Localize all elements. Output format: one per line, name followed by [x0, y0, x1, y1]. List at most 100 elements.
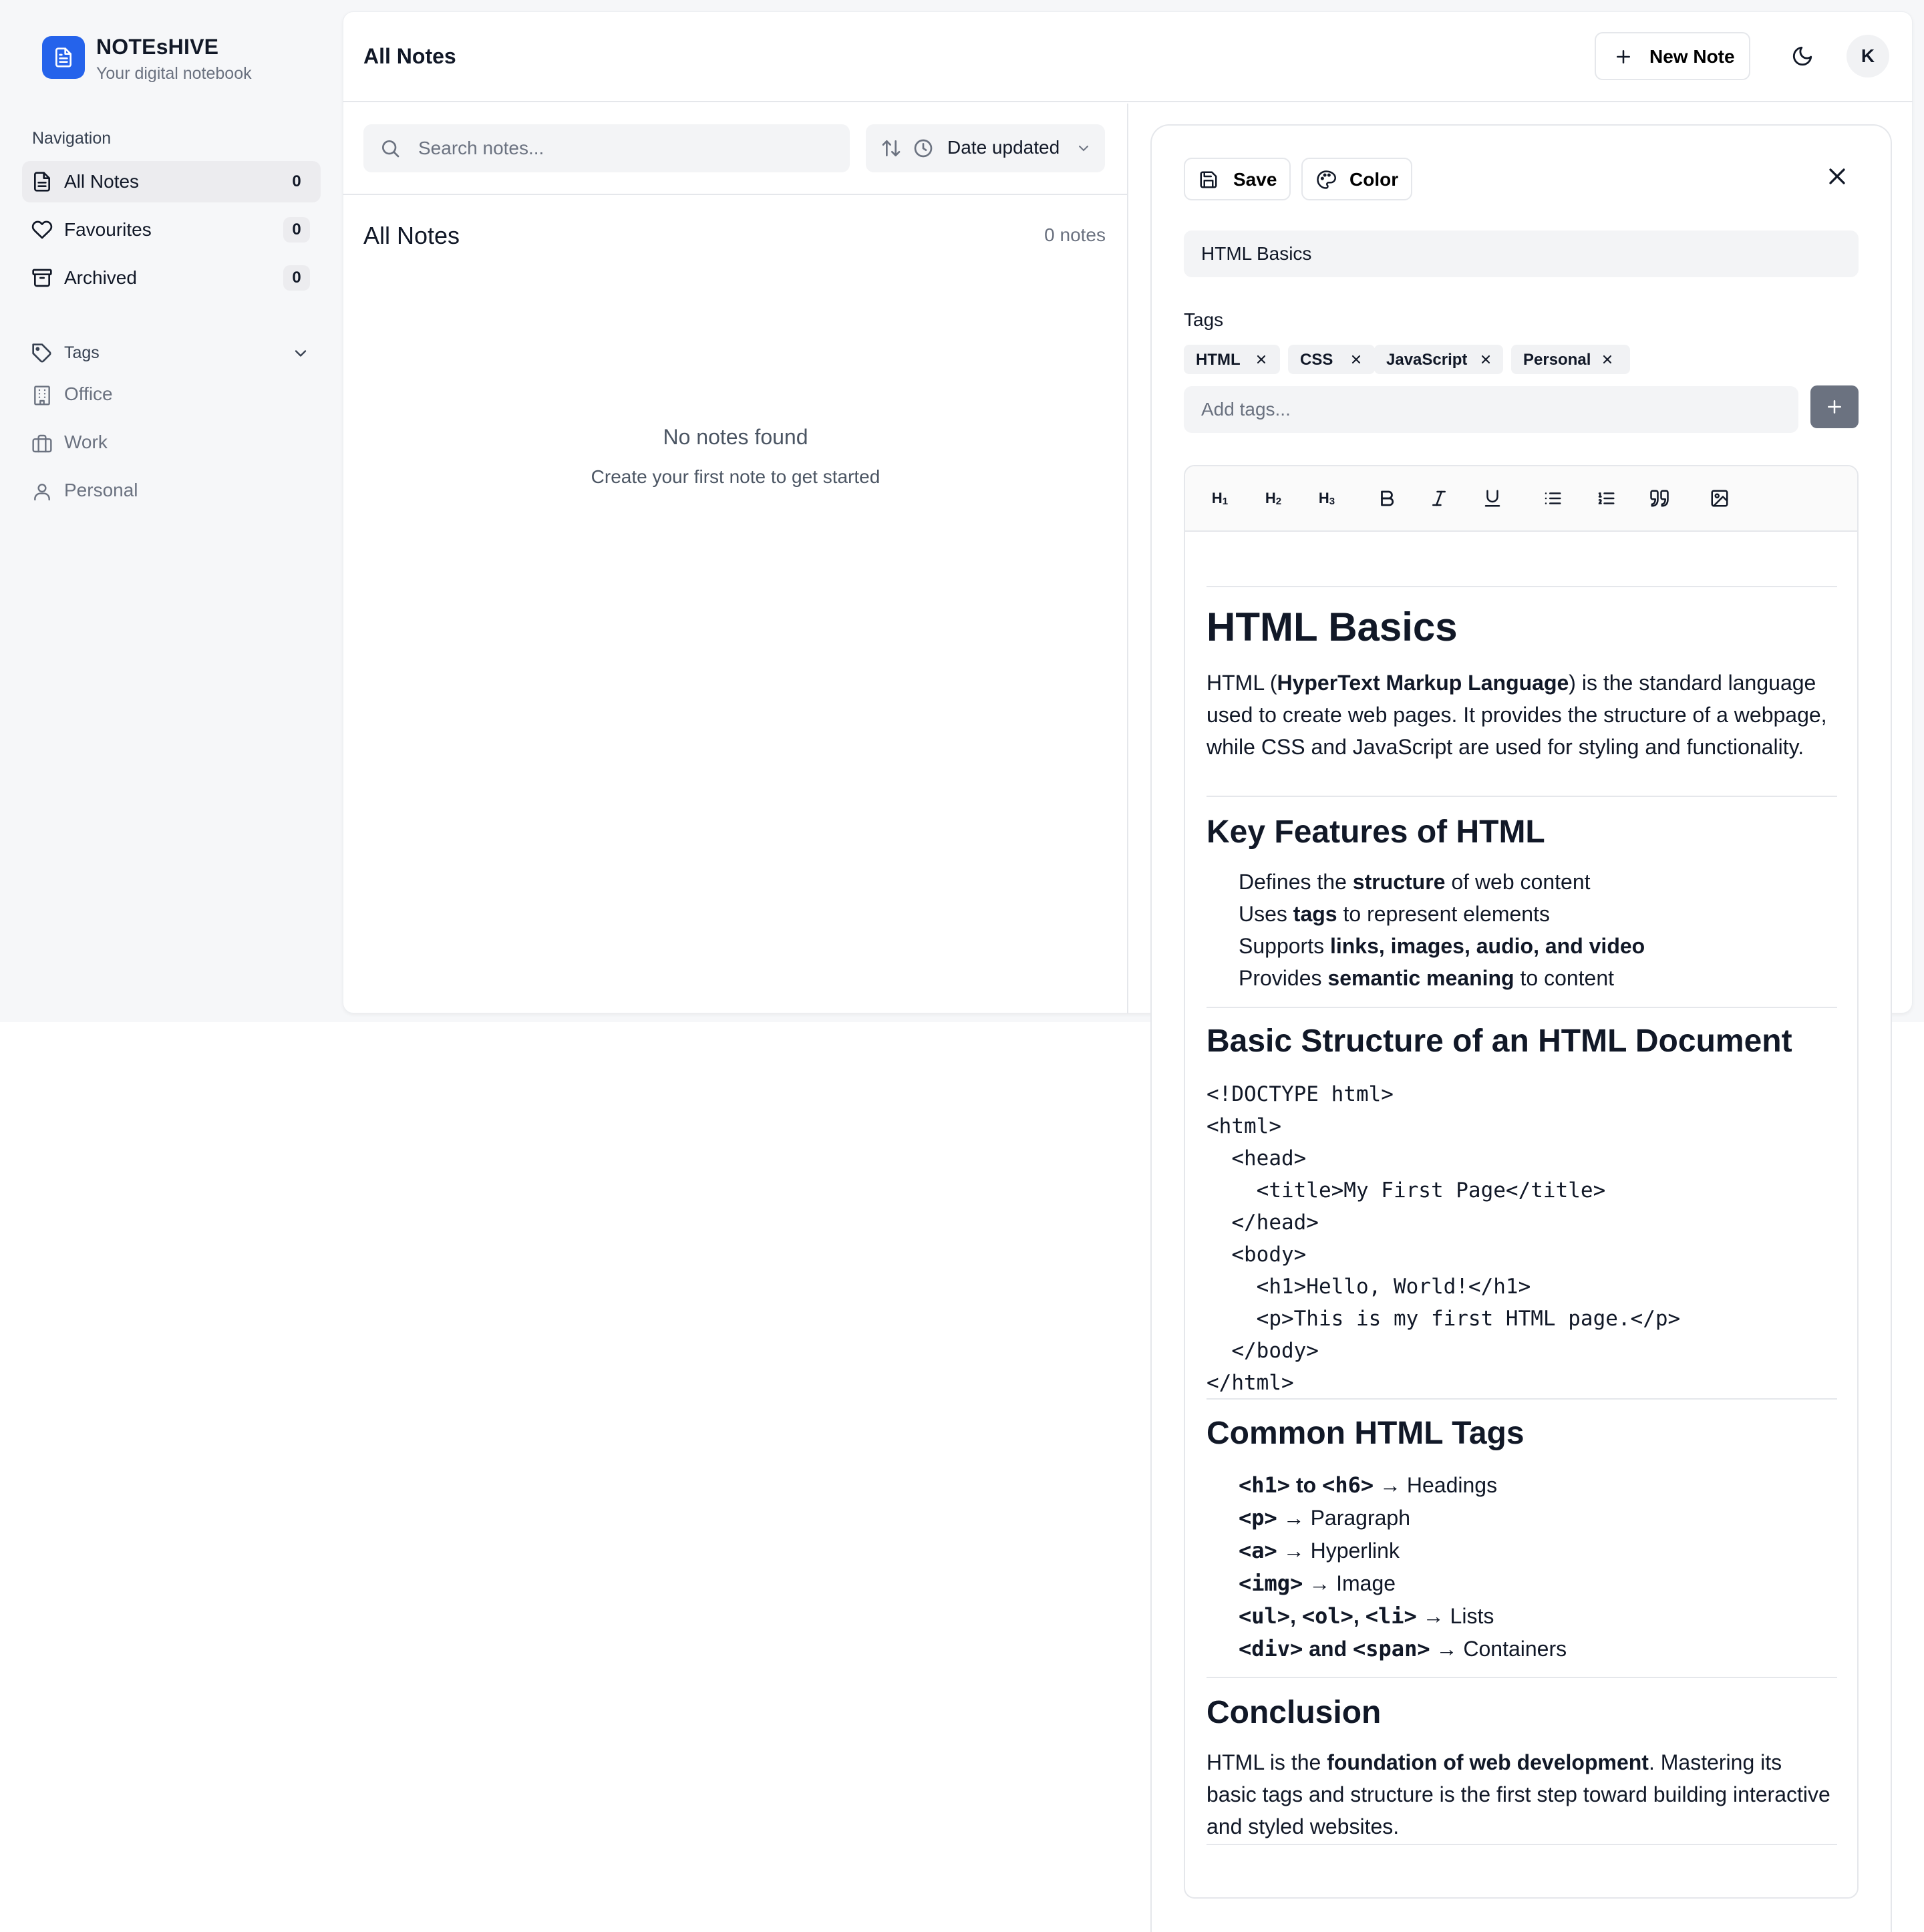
doc-heading-features: Key Features of HTML [1207, 814, 1545, 850]
sidebar-tag-personal[interactable]: Personal [22, 473, 321, 510]
new-note-button[interactable]: New Note [1595, 32, 1750, 80]
list-item: Defines the structure of web content [1239, 870, 1591, 894]
list-item: Provides semantic meaning to content [1239, 966, 1615, 990]
heading-1-button[interactable]: H1 [1205, 485, 1235, 512]
sidebar-item-label: All Notes [64, 171, 140, 192]
divider [1207, 1677, 1837, 1678]
close-icon[interactable] [1824, 163, 1851, 190]
tags-section-toggle[interactable]: Tags [22, 337, 321, 369]
doc-conclusion-paragraph: HTML is the foundation of web developmen… [1207, 1750, 1830, 1838]
divider [1207, 1398, 1837, 1400]
color-button[interactable]: Color [1301, 158, 1412, 200]
doc-heading-structure: Basic Structure of an HTML Document [1207, 1023, 1792, 1059]
divider [1207, 1007, 1837, 1008]
sidebar-tag-label: Office [64, 383, 113, 404]
sort-arrows-icon [882, 140, 901, 156]
file-text-icon [55, 47, 71, 67]
quote-icon [1650, 490, 1669, 507]
sidebar-item-favourites[interactable]: Favourites 0 [22, 209, 321, 251]
divider [1207, 1844, 1837, 1845]
insert-image-button[interactable] [1705, 485, 1734, 512]
heading-2-button[interactable]: H2 [1259, 485, 1288, 512]
new-note-label: New Note [1649, 46, 1735, 67]
doc-intro-paragraph: HTML (HyperText Markup Language) is the … [1207, 671, 1827, 759]
image-icon [1711, 490, 1728, 507]
user-avatar[interactable]: K [1847, 35, 1889, 77]
tag-chip-label: HTML [1196, 351, 1241, 369]
underline-icon [1484, 490, 1500, 507]
list-title: All Notes [363, 222, 460, 249]
numbered-list-button[interactable] [1591, 485, 1621, 512]
tag-chip-html: HTML [1184, 345, 1280, 374]
search-icon [382, 140, 399, 158]
numbered-list-icon [1598, 492, 1615, 504]
tags-heading: Tags [64, 343, 100, 362]
remove-tag-icon[interactable] [1349, 353, 1363, 366]
sidebar-item-archived[interactable]: Archived 0 [22, 257, 321, 299]
add-tags-input[interactable] [1184, 386, 1798, 433]
app-logo [42, 36, 85, 79]
remove-tag-icon[interactable] [1255, 353, 1268, 366]
doc-heading-conclusion: Conclusion [1207, 1695, 1382, 1730]
search-box[interactable] [363, 124, 850, 172]
doc-heading-1: HTML Basics [1207, 605, 1458, 649]
tag-icon [32, 343, 51, 363]
underline-button[interactable] [1478, 485, 1507, 512]
add-tag-button[interactable] [1810, 385, 1859, 428]
save-icon [1200, 171, 1217, 188]
note-title-input[interactable] [1184, 230, 1859, 277]
list-item: Supports links, images, audio, and video [1239, 934, 1645, 958]
plus-icon [1828, 400, 1841, 414]
archive-icon [32, 269, 52, 287]
divider [1207, 796, 1837, 797]
count-badge: 0 [283, 169, 310, 194]
empty-state-subtitle: Create your first note to get started [591, 466, 880, 487]
divider [1207, 586, 1837, 587]
list-item: Uses tags to represent elements [1239, 902, 1550, 926]
heading-3-button[interactable]: H3 [1312, 485, 1341, 512]
italic-icon [1432, 490, 1446, 506]
count-badge: 0 [283, 265, 310, 291]
search-input[interactable] [418, 134, 832, 163]
bold-button[interactable] [1372, 485, 1402, 512]
tag-chip-css: CSS [1288, 345, 1375, 374]
file-text-icon [34, 172, 50, 192]
app-tagline: Your digital notebook [96, 64, 252, 83]
briefcase-icon [32, 434, 52, 453]
rich-text-editor: H1 H2 H3 HTML Basics HTML (HyperText Mar… [1184, 465, 1859, 1899]
empty-state-title: No notes found [663, 425, 808, 449]
sort-select[interactable]: Date updated [866, 124, 1105, 172]
sidebar-tag-work[interactable]: Work [22, 425, 321, 462]
bold-icon [1381, 490, 1394, 506]
code-block: <!DOCTYPE html> <html> <head> <title>My … [1207, 1082, 1681, 1395]
sidebar-tag-label: Work [64, 432, 108, 452]
remove-tag-icon[interactable] [1601, 353, 1614, 366]
nav-heading: Navigation [32, 129, 112, 148]
clock-icon [914, 139, 933, 158]
sidebar-item-all-notes[interactable]: All Notes 0 [22, 161, 321, 202]
heart-icon [31, 220, 53, 239]
theme-toggle-button[interactable] [1781, 35, 1824, 77]
tag-chip-label: CSS [1300, 351, 1333, 369]
chevron-down-icon [295, 350, 307, 357]
notes-count: 0 notes [1044, 224, 1106, 245]
building-icon [34, 385, 50, 406]
sidebar-item-label: Archived [64, 267, 137, 288]
save-button[interactable]: Save [1184, 158, 1291, 200]
remove-tag-icon[interactable] [1479, 353, 1492, 366]
sidebar-tag-office[interactable]: Office [22, 377, 321, 414]
tag-chip-label: JavaScript [1386, 351, 1468, 369]
bullet-list-button[interactable] [1538, 485, 1567, 512]
list-item: <img> → Image [1239, 1571, 1396, 1596]
formatting-toolbar: H1 H2 H3 [1185, 466, 1857, 532]
tag-chip-personal: Personal [1511, 345, 1630, 374]
list-divider [343, 194, 1128, 195]
sidebar-item-label: Favourites [64, 219, 152, 240]
list-item: <p> → Paragraph [1239, 1505, 1411, 1531]
chevron-down-icon [1079, 146, 1088, 152]
italic-button[interactable] [1424, 485, 1454, 512]
count-badge: 0 [283, 217, 310, 243]
quote-button[interactable] [1645, 485, 1674, 512]
sidebar: NOTEsHIVE Your digital notebook Navigati… [0, 0, 341, 1022]
save-label: Save [1233, 169, 1277, 190]
